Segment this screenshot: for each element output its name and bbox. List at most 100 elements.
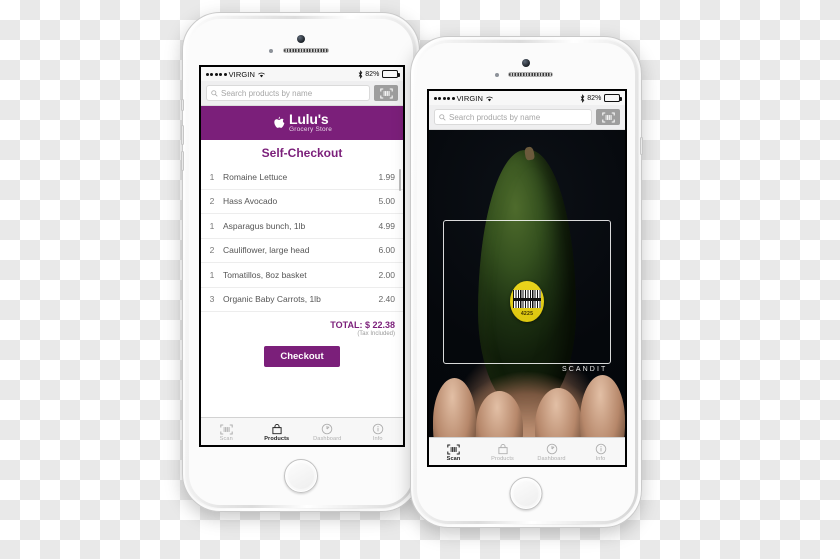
- home-button-right[interactable]: [509, 477, 543, 510]
- proximity-sensor-icon: [269, 49, 273, 53]
- volume-up-button[interactable]: [181, 125, 184, 145]
- mute-switch[interactable]: [181, 99, 184, 111]
- checkout-item-list: 1 Romaine Lettuce 1.99 2 Hass Avocado 5.00 1 As…: [201, 165, 403, 312]
- tab-label: Products: [264, 435, 290, 442]
- search-bar: Search products by name: [201, 81, 403, 106]
- bluetooth-icon: [358, 69, 363, 79]
- search-icon-right: [439, 113, 446, 121]
- total-value: $ 22.38: [364, 320, 395, 330]
- item-name: Organic Baby Carrots, 1lb: [223, 294, 321, 305]
- earpiece-speaker: [283, 48, 329, 53]
- store-brand: Lulu's Grocery Store: [289, 112, 332, 134]
- scan-shortcut-button[interactable]: [374, 85, 398, 101]
- table-row[interactable]: 2 Hass Avocado 5.00: [201, 190, 403, 214]
- status-bar: VIRGIN 82%: [201, 67, 403, 81]
- tab-label: Products: [491, 455, 514, 462]
- tab-info[interactable]: Info: [353, 422, 404, 442]
- battery-percent-label-right: 82%: [587, 94, 602, 102]
- item-price: 2.40: [378, 294, 395, 305]
- tab-label: Scan: [219, 435, 233, 442]
- signal-strength-icon: [206, 72, 227, 76]
- item-name: Romaine Lettuce: [223, 171, 288, 182]
- item-qty: 2: [209, 245, 215, 256]
- power-button[interactable]: [640, 137, 643, 155]
- table-row[interactable]: 3 Organic Baby Carrots, 1lb 2.40: [201, 288, 403, 312]
- item-qty: 1: [209, 171, 215, 182]
- tab-dashboard[interactable]: Dashboard: [302, 422, 353, 442]
- status-bar-right-phone: VIRGIN 82%: [429, 91, 625, 105]
- home-button[interactable]: [284, 459, 318, 493]
- app-screen-scanner: VIRGIN 82% Search products by name 4225 …: [429, 91, 625, 465]
- scan-frame: [442, 220, 612, 365]
- gauge-icon: [321, 422, 333, 435]
- battery-icon-right: [604, 94, 622, 102]
- tab-scan[interactable]: Scan: [429, 442, 478, 462]
- tab-dashboard[interactable]: Dashboard: [527, 442, 576, 462]
- carrier-label-right: VIRGIN: [456, 93, 483, 103]
- search-bar-right: Search products by name: [429, 105, 625, 130]
- earpiece-speaker-right: [508, 72, 553, 77]
- scan-shortcut-button-right[interactable]: [596, 109, 620, 125]
- proximity-sensor-icon-right: [495, 73, 499, 77]
- front-camera-icon: [297, 35, 305, 43]
- shopping-bag-icon: [271, 422, 283, 435]
- barcode-scan-icon-right: [601, 112, 615, 122]
- tab-products[interactable]: Products: [478, 442, 527, 462]
- item-name: Asparagus bunch, 1lb: [223, 220, 306, 231]
- battery-percent-label: 82%: [365, 70, 380, 78]
- battery-icon: [382, 70, 400, 78]
- checkout-button[interactable]: Checkout: [264, 346, 340, 367]
- tab-label: Dashboard: [313, 435, 342, 442]
- phone-left: VIRGIN 82% Search products by name Lulu'…: [181, 12, 420, 512]
- search-icon: [211, 89, 218, 97]
- barcode-scan-icon: [447, 442, 460, 455]
- table-row[interactable]: 1 Asparagus bunch, 1lb 4.99: [201, 214, 403, 239]
- tab-scan[interactable]: Scan: [201, 422, 252, 442]
- total-section: TOTAL: $ 22.38 (Tax Included): [201, 312, 403, 337]
- item-qty: 1: [209, 220, 215, 231]
- item-name: Cauliflower, large head: [223, 245, 310, 256]
- camera-viewport[interactable]: 4225 SCANDIT Scan Products Dashboard Info: [429, 130, 625, 465]
- page-title: Self-Checkout: [261, 146, 343, 160]
- phone-right: VIRGIN 82% Search products by name 4225 …: [410, 36, 643, 528]
- tab-label: Info: [595, 455, 606, 462]
- tab-label: Dashboard: [537, 455, 566, 462]
- total-label: TOTAL:: [330, 320, 363, 330]
- store-header: Lulu's Grocery Store: [201, 106, 403, 140]
- item-qty: 3: [209, 294, 215, 305]
- item-qty: 2: [209, 196, 215, 207]
- total-row: TOTAL: $ 22.38: [201, 320, 395, 330]
- item-price: 4.99: [378, 220, 395, 231]
- shopping-bag-icon: [497, 442, 509, 455]
- info-circle-icon: [595, 442, 607, 455]
- status-bar-right: 82%: [358, 69, 400, 79]
- item-name: Hass Avocado: [223, 196, 278, 207]
- search-input[interactable]: Search products by name: [206, 85, 370, 101]
- carrier-label: VIRGIN: [228, 69, 255, 79]
- tab-bar-right: Scan Products Dashboard Info: [429, 437, 625, 465]
- tab-info[interactable]: Info: [576, 442, 625, 462]
- tab-label: Info: [372, 435, 383, 442]
- tab-products[interactable]: Products: [252, 422, 303, 442]
- item-price: 2.00: [378, 269, 395, 280]
- info-circle-icon: [372, 422, 384, 435]
- item-name: Tomatillos, 8oz basket: [223, 269, 307, 280]
- gauge-icon: [546, 442, 558, 455]
- barcode-scan-icon: [379, 88, 393, 98]
- table-row[interactable]: 1 Tomatillos, 8oz basket 2.00: [201, 263, 403, 288]
- search-placeholder: Search products by name: [221, 88, 313, 98]
- wifi-icon: [258, 72, 265, 77]
- table-row[interactable]: 1 Romaine Lettuce 1.99: [201, 165, 403, 190]
- front-camera-icon-right: [522, 59, 530, 67]
- table-row[interactable]: 2 Cauliflower, large head 6.00: [201, 239, 403, 263]
- status-bar-left: VIRGIN: [206, 70, 266, 79]
- item-qty: 1: [209, 269, 215, 280]
- camera-feed: 4225 SCANDIT: [429, 130, 625, 465]
- list-scrollbar[interactable]: [399, 169, 401, 191]
- signal-strength-icon-right: [434, 96, 455, 100]
- volume-down-button[interactable]: [181, 151, 184, 171]
- phone-right-screen: VIRGIN 82% Search products by name 4225 …: [427, 89, 627, 467]
- checkout-action-area: Checkout: [201, 337, 403, 367]
- search-input-right[interactable]: Search products by name: [434, 109, 592, 125]
- bluetooth-icon-right: [580, 93, 585, 103]
